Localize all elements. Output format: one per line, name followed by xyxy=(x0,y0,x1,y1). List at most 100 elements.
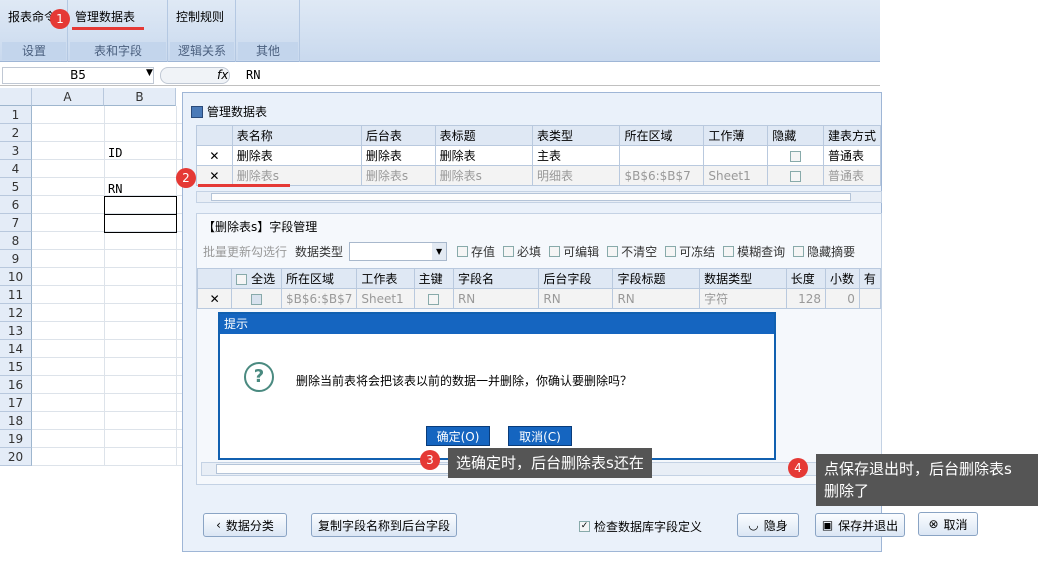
area-cell[interactable] xyxy=(619,145,705,166)
delete-icon[interactable]: ✕ xyxy=(196,165,233,186)
header-decimals[interactable]: 小数 xyxy=(825,268,860,289)
cell-b3[interactable]: ID xyxy=(108,146,122,160)
header-sheet[interactable]: 工作表 xyxy=(356,268,415,289)
name-box[interactable]: B5 xyxy=(2,67,154,84)
key-checkbox[interactable] xyxy=(413,288,454,309)
row-header[interactable]: 3 xyxy=(0,142,32,160)
header-length[interactable]: 长度 xyxy=(785,268,827,289)
header-data-type[interactable]: 数据类型 xyxy=(699,268,787,289)
header-more[interactable]: 有 xyxy=(858,268,882,289)
row-header[interactable]: 2 xyxy=(0,124,32,142)
check-freeze[interactable]: 可冻结 xyxy=(665,243,715,260)
table-name-cell[interactable]: 删除表s xyxy=(231,165,362,186)
report-command-button[interactable]: 报表命令 xyxy=(8,8,56,25)
area-cell[interactable]: $B$6:$B$7 xyxy=(281,288,358,309)
data-type-cell[interactable]: 字符 xyxy=(699,288,787,309)
row-header[interactable]: 7 xyxy=(0,214,32,232)
table-name-cell[interactable]: 删除表 xyxy=(231,145,362,166)
row-header[interactable]: 6 xyxy=(0,196,32,214)
header-field-title[interactable]: 字段标题 xyxy=(612,268,701,289)
delete-icon[interactable]: ✕ xyxy=(196,145,233,166)
function-icon[interactable]: fx xyxy=(217,68,228,82)
check-fuzzy[interactable]: 模糊查询 xyxy=(723,243,785,260)
caption-cell[interactable]: 删除表s xyxy=(434,165,534,186)
data-type-select[interactable]: ▼ xyxy=(349,242,448,261)
book-cell[interactable]: Sheet1 xyxy=(703,165,769,186)
check-no-clear[interactable]: 不清空 xyxy=(607,243,657,260)
row-header[interactable]: 11 xyxy=(0,286,32,304)
header-hidden[interactable]: 隐藏 xyxy=(767,125,824,146)
length-cell[interactable]: 128 xyxy=(785,288,827,309)
header-caption[interactable]: 表标题 xyxy=(434,125,534,146)
table-row[interactable]: ✕ 删除表 删除表 删除表 主表 普通表 xyxy=(196,145,882,166)
check-db-definition[interactable]: ✓ 检查数据库字段定义 xyxy=(579,518,702,535)
row-header[interactable]: 17 xyxy=(0,394,32,412)
header-mode[interactable]: 建表方式 xyxy=(822,125,882,146)
scrollbar-thumb[interactable] xyxy=(211,193,851,201)
row-header[interactable]: 18 xyxy=(0,412,32,430)
manage-tables-button[interactable]: 管理数据表 xyxy=(75,8,135,25)
header-select-all[interactable]: 全选 xyxy=(231,268,283,289)
check-required[interactable]: 必填 xyxy=(503,243,541,260)
cancel-dialog-button[interactable]: 取消(C) xyxy=(508,426,572,446)
table-row[interactable]: ✕ 删除表s 删除表s 删除表s 明细表 $B$6:$B$7 Sheet1 普通… xyxy=(196,165,882,186)
data-classify-button[interactable]: ‹ 数据分类 xyxy=(203,513,287,537)
save-exit-button[interactable]: ▣ 保存并退出 xyxy=(815,513,905,537)
area-cell[interactable]: $B$6:$B$7 xyxy=(619,165,705,186)
header-book[interactable]: 工作薄 xyxy=(703,125,769,146)
type-cell[interactable]: 主表 xyxy=(531,145,621,166)
sheet-cell[interactable]: Sheet1 xyxy=(356,288,415,309)
header-area[interactable]: 所在区域 xyxy=(281,268,358,289)
field-title-cell[interactable]: RN xyxy=(612,288,701,309)
batch-update-link[interactable]: 批量更新勾选行 xyxy=(203,243,287,260)
hidden-checkbox[interactable] xyxy=(767,165,824,186)
table-row[interactable]: ✕ $B$6:$B$7 Sheet1 RN RN RN 字符 128 0 xyxy=(196,288,882,309)
header-key[interactable]: 主键 xyxy=(413,268,454,289)
corner-cell[interactable] xyxy=(0,88,32,106)
header-table-name[interactable]: 表名称 xyxy=(231,125,362,146)
header-area[interactable]: 所在区域 xyxy=(619,125,705,146)
row-header[interactable]: 13 xyxy=(0,322,32,340)
ok-button[interactable]: 确定(O) xyxy=(426,426,490,446)
row-header[interactable]: 12 xyxy=(0,304,32,322)
check-editable[interactable]: 可编辑 xyxy=(549,243,599,260)
delete-icon[interactable]: ✕ xyxy=(196,288,233,309)
check-hide-summary[interactable]: 隐藏摘要 xyxy=(793,243,855,260)
row-checkbox[interactable] xyxy=(231,288,283,309)
decimals-cell[interactable]: 0 xyxy=(825,288,860,309)
row-header[interactable]: 16 xyxy=(0,376,32,394)
copy-field-names-button[interactable]: 复制字段名称到后台字段 xyxy=(311,513,457,537)
row-header[interactable]: 19 xyxy=(0,430,32,448)
row-header[interactable]: 8 xyxy=(0,232,32,250)
control-rules-button[interactable]: 控制规则 xyxy=(176,8,224,25)
check-store[interactable]: 存值 xyxy=(457,243,495,260)
book-cell[interactable] xyxy=(703,145,769,166)
type-cell[interactable]: 明细表 xyxy=(531,165,621,186)
header-type[interactable]: 表类型 xyxy=(531,125,621,146)
column-header-a[interactable]: A xyxy=(32,88,104,106)
field-name-cell[interactable]: RN xyxy=(452,288,540,309)
row-header[interactable]: 20 xyxy=(0,448,32,466)
hide-button[interactable]: ◡ 隐身 xyxy=(737,513,799,537)
row-header[interactable]: 5 xyxy=(0,178,32,196)
row-header[interactable]: 1 xyxy=(0,106,32,124)
row-header[interactable]: 4 xyxy=(0,160,32,178)
horizontal-scrollbar[interactable] xyxy=(196,191,882,203)
header-field-name[interactable]: 字段名 xyxy=(452,268,540,289)
chevron-down-icon[interactable]: ▼ xyxy=(146,68,153,78)
hidden-checkbox[interactable] xyxy=(767,145,824,166)
row-header[interactable]: 14 xyxy=(0,340,32,358)
caption-cell[interactable]: 删除表 xyxy=(434,145,534,166)
row-header[interactable]: 10 xyxy=(0,268,32,286)
column-header-b[interactable]: B xyxy=(104,88,176,106)
cancel-button[interactable]: ⊗ 取消 xyxy=(918,512,978,536)
cell-b5[interactable]: RN xyxy=(108,182,122,196)
mode-cell[interactable]: 普通表 xyxy=(822,165,882,186)
backend-cell[interactable]: 删除表 xyxy=(360,145,436,166)
row-header[interactable]: 15 xyxy=(0,358,32,376)
formula-input[interactable]: RN xyxy=(246,68,260,82)
mode-cell[interactable]: 普通表 xyxy=(822,145,882,166)
backend-cell[interactable]: 删除表s xyxy=(360,165,436,186)
backend-field-cell[interactable]: RN xyxy=(538,288,614,309)
header-backend[interactable]: 后台表 xyxy=(360,125,436,146)
